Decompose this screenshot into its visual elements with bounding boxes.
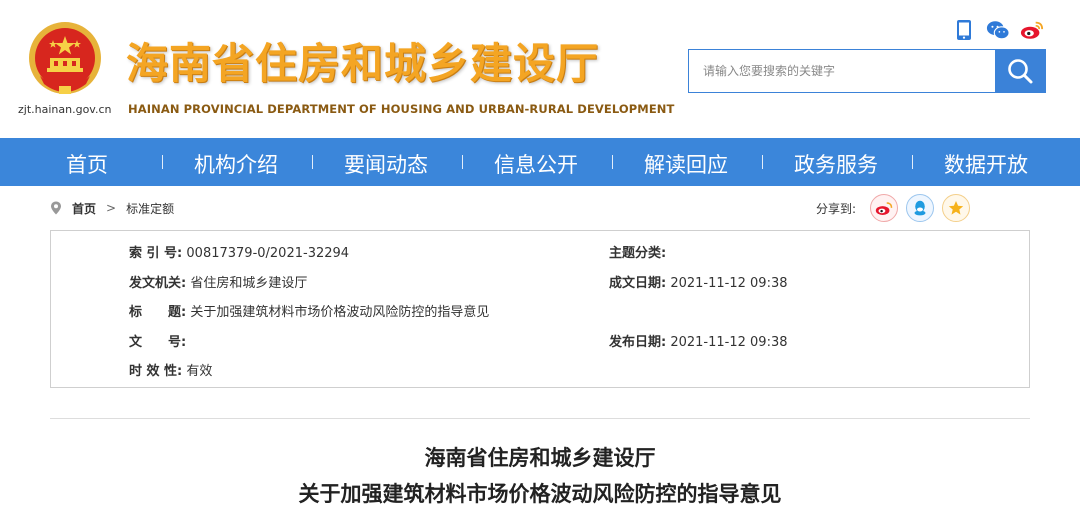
share-weibo-button[interactable] <box>870 194 898 222</box>
nav-item-open-data[interactable]: 数据开放 <box>944 149 1028 179</box>
meta-validity: 时 效 性: 有效 <box>129 360 212 379</box>
share-qzone-button[interactable] <box>942 194 970 222</box>
meta-docno-label: 文 号: <box>129 335 187 350</box>
national-emblem-icon <box>29 22 101 94</box>
meta-index-label: 索 引 号: <box>129 246 183 261</box>
nav-separator <box>912 155 913 169</box>
meta-issuer-value: 省住房和城乡建设厅 <box>190 276 308 291</box>
meta-published-label: 发布日期: <box>609 335 667 350</box>
share-bar: 分享到: <box>816 194 970 222</box>
document-metadata-box: 索 引 号: 00817379-0/2021-32294 主题分类: 发文机关:… <box>50 230 1030 388</box>
nav-item-interpretation[interactable]: 解读回应 <box>644 149 728 179</box>
nav-item-about[interactable]: 机构介绍 <box>194 149 278 179</box>
mobile-icon[interactable] <box>952 18 976 42</box>
meta-index: 索 引 号: 00817379-0/2021-32294 <box>129 242 349 261</box>
nav-separator <box>762 155 763 169</box>
meta-published: 发布日期: 2021-11-12 09:38 <box>609 331 788 350</box>
qq-icon <box>914 200 926 216</box>
nav-item-services[interactable]: 政务服务 <box>794 149 878 179</box>
search-input[interactable] <box>689 50 995 92</box>
nav-item-news[interactable]: 要闻动态 <box>344 149 428 179</box>
top-icon-bar <box>952 18 1044 42</box>
main-nav: 首页 机构介绍 要闻动态 信息公开 解读回应 政务服务 数据开放 <box>0 138 1080 186</box>
meta-validity-label: 时 效 性: <box>129 364 183 379</box>
breadcrumb: 首页 > 标准定额 <box>50 196 174 220</box>
meta-topic: 主题分类: <box>609 242 666 261</box>
weibo-icon[interactable] <box>1020 18 1044 42</box>
content-divider <box>50 418 1030 419</box>
breadcrumb-home[interactable]: 首页 <box>72 200 96 217</box>
site-header: zjt.hainan.gov.cn 海南省住房和城乡建设厅 HAINAN PRO… <box>0 0 1080 138</box>
share-label: 分享到: <box>815 201 856 216</box>
wechat-icon[interactable] <box>986 18 1010 42</box>
meta-published-value: 2021-11-12 09:38 <box>670 335 788 350</box>
meta-created-label: 成文日期: <box>609 276 667 291</box>
nav-item-disclosure[interactable]: 信息公开 <box>494 149 578 179</box>
nav-separator <box>162 155 163 169</box>
search-icon <box>1008 59 1033 84</box>
meta-topic-label: 主题分类: <box>609 246 667 261</box>
share-qq-button[interactable] <box>906 194 934 222</box>
site-domain: zjt.hainan.gov.cn <box>18 103 112 116</box>
location-pin-icon <box>51 201 61 215</box>
nav-separator <box>612 155 613 169</box>
meta-issuer: 发文机关: 省住房和城乡建设厅 <box>129 272 307 291</box>
weibo-icon <box>875 201 893 215</box>
breadcrumb-current[interactable]: 标准定额 <box>126 200 174 217</box>
meta-issuer-label: 发文机关: <box>129 276 187 291</box>
qzone-icon <box>948 201 964 215</box>
nav-separator <box>312 155 313 169</box>
document-heading-line2: 关于加强建筑材料市场价格波动风险防控的指导意见 <box>298 482 782 506</box>
meta-created: 成文日期: 2021-11-12 09:38 <box>609 272 788 291</box>
site-title[interactable]: 海南省住房和城乡建设厅 <box>126 36 599 92</box>
nav-item-home[interactable]: 首页 <box>66 149 108 179</box>
site-subtitle: HAINAN PROVINCIAL DEPARTMENT OF HOUSING … <box>128 102 675 116</box>
search-button[interactable] <box>995 50 1045 92</box>
meta-title-value: 关于加强建筑材料市场价格波动风险防控的指导意见 <box>190 305 490 320</box>
nav-separator <box>462 155 463 169</box>
meta-title-label: 标 题: <box>129 305 187 320</box>
meta-validity-value: 有效 <box>186 364 213 379</box>
search-box <box>688 49 1046 93</box>
meta-created-value: 2021-11-12 09:38 <box>670 276 788 291</box>
breadcrumb-separator: > <box>106 201 117 215</box>
document-heading-line1: 海南省住房和城乡建设厅 <box>424 446 656 470</box>
meta-index-value: 00817379-0/2021-32294 <box>186 246 350 261</box>
meta-title: 标 题: 关于加强建筑材料市场价格波动风险防控的指导意见 <box>129 301 489 320</box>
meta-docno: 文 号: <box>129 331 186 350</box>
